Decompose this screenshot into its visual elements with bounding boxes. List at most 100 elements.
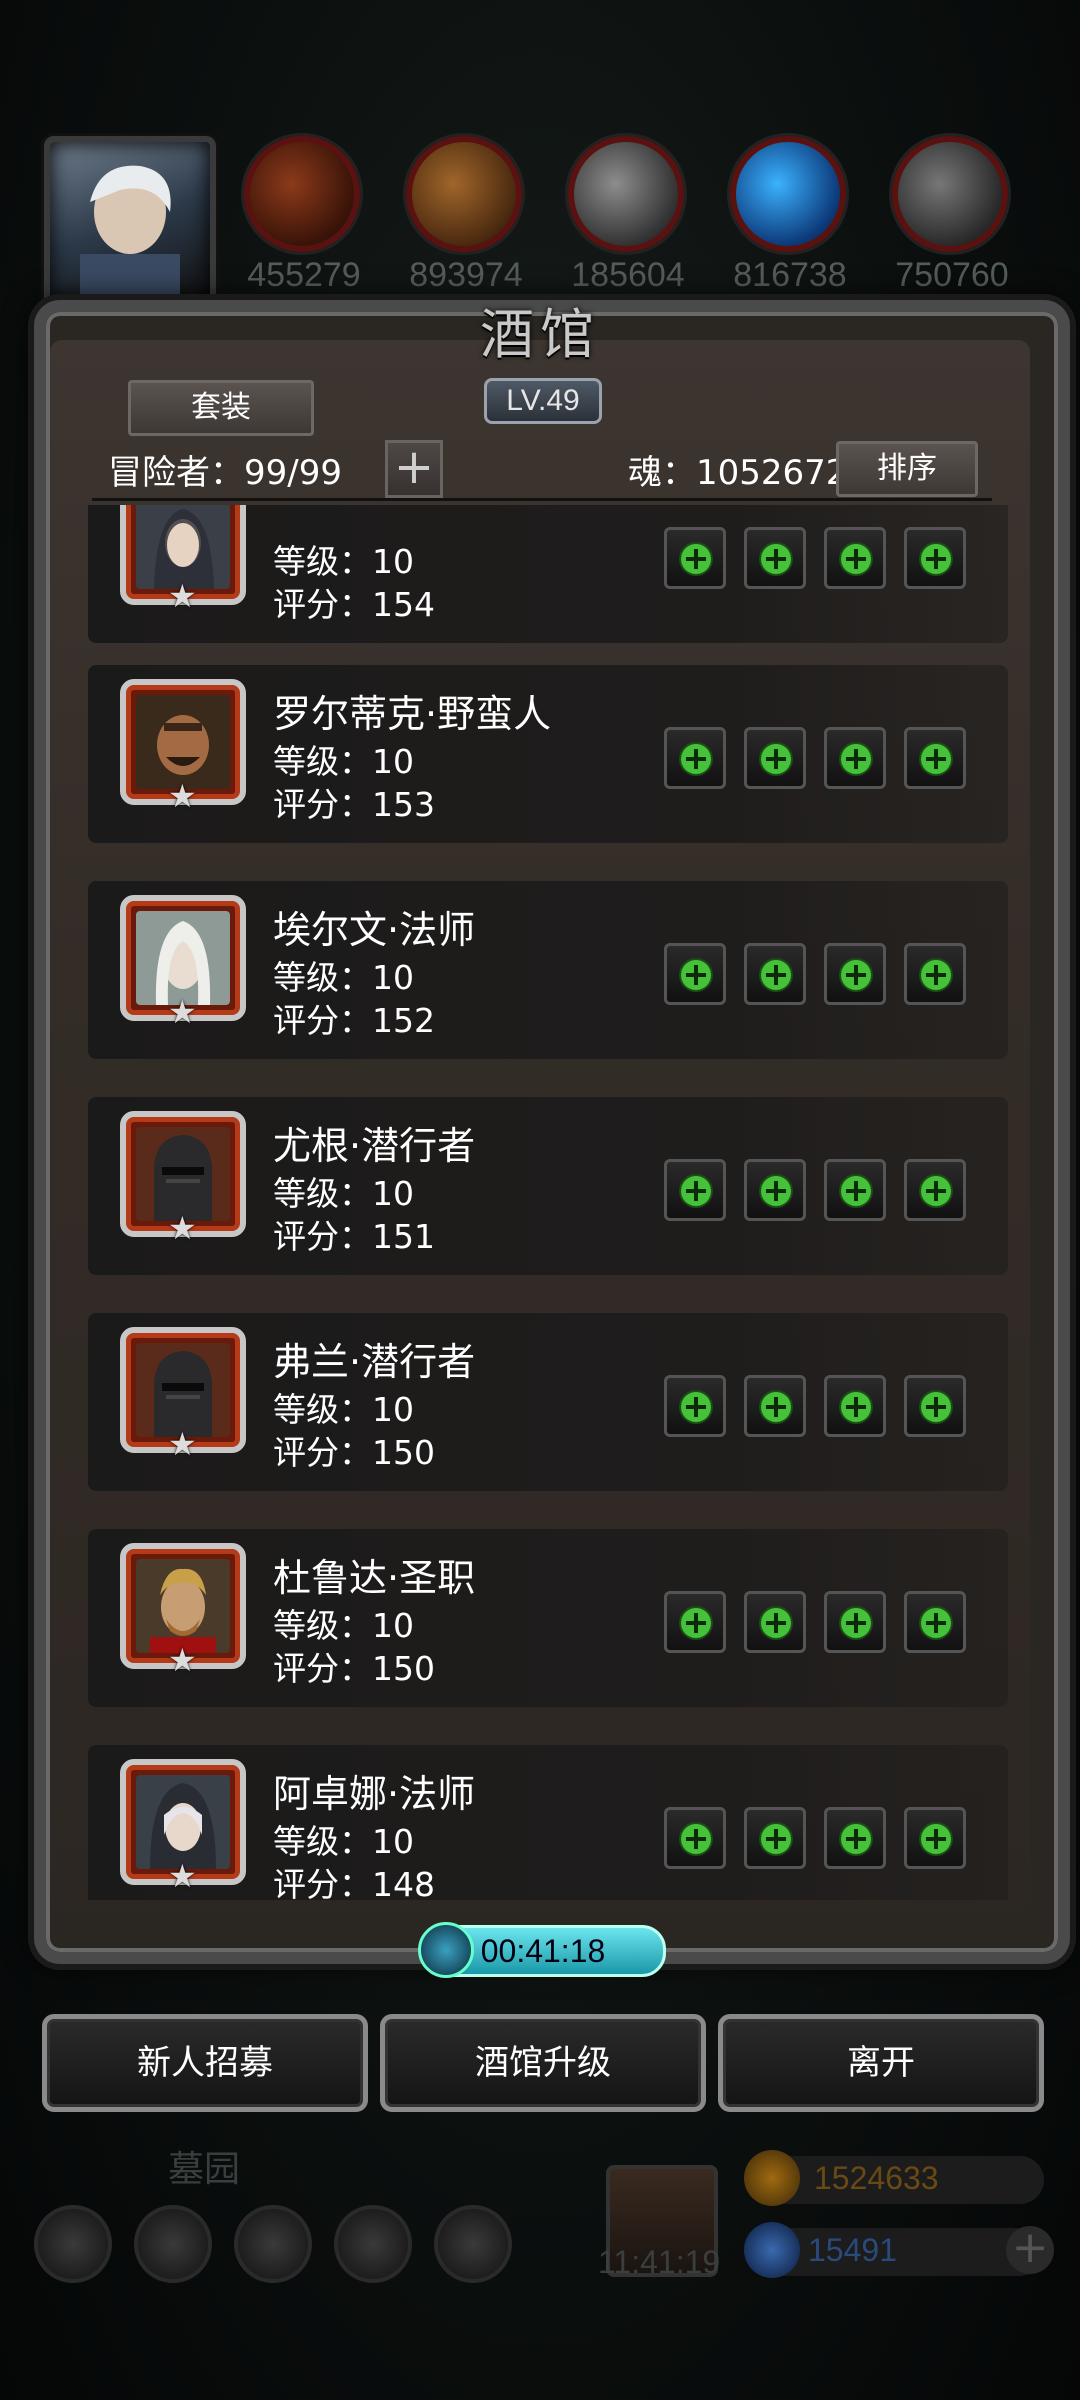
hero-score: 评分：150: [273, 1649, 435, 1688]
hero-name: 阿卓娜·法师: [273, 1772, 476, 1816]
weapon-slot[interactable]: [664, 943, 726, 1005]
gold-coin-icon: [744, 2150, 800, 2206]
accessory-slot[interactable]: [824, 1591, 886, 1653]
armor-slot[interactable]: [744, 1159, 806, 1221]
add-icon: [921, 1824, 951, 1854]
rune-slot[interactable]: [904, 527, 966, 589]
iron-icon: [568, 136, 684, 252]
accessory-slot[interactable]: [824, 1375, 886, 1437]
add-icon: [761, 744, 791, 774]
guild-icon[interactable]: [234, 2205, 312, 2283]
leave-button[interactable]: 离开: [718, 2014, 1044, 2112]
weapon-slot[interactable]: [664, 727, 726, 789]
rune-slot[interactable]: [904, 727, 966, 789]
hero-name: 弗兰·潜行者: [273, 1340, 476, 1384]
resource-crystal[interactable]: 816738: [730, 136, 850, 294]
player-avatar[interactable]: [44, 136, 216, 308]
resource-stone[interactable]: 750760: [892, 136, 1012, 294]
hero-score: 评分：150: [273, 1433, 435, 1472]
upgrade-tavern-button[interactable]: 酒馆升级: [380, 2014, 706, 2112]
adventurer-count: 冒险者：99/99: [108, 453, 342, 493]
star-icon: ★: [168, 993, 197, 1031]
accessory-slot[interactable]: [824, 527, 886, 589]
accessory-slot[interactable]: [824, 943, 886, 1005]
plus-icon: +: [393, 439, 435, 495]
rune-slot[interactable]: [904, 1591, 966, 1653]
armor-slot[interactable]: [744, 1375, 806, 1437]
tavern-level-badge: LV.49: [484, 378, 602, 424]
crystal-icon: [730, 136, 846, 252]
hero-score: 评分：148: [273, 1865, 435, 1900]
armor-slot[interactable]: [744, 1807, 806, 1869]
hero-name: 罗尔蒂克·野蛮人: [273, 692, 552, 736]
mail-icon[interactable]: [334, 2205, 412, 2283]
star-icon: ★: [168, 577, 197, 615]
resource-iron[interactable]: 185604: [568, 136, 688, 294]
recruit-button[interactable]: 新人招募: [42, 2014, 368, 2112]
rune-slot[interactable]: [904, 1375, 966, 1437]
panel-title: 酒馆: [480, 303, 600, 366]
add-capacity-button[interactable]: +: [385, 440, 443, 498]
weapon-slot[interactable]: [664, 1591, 726, 1653]
add-icon: [761, 1608, 791, 1638]
add-icon: [761, 1824, 791, 1854]
ore-icon: [244, 136, 360, 252]
set-button[interactable]: 套装: [128, 380, 314, 436]
star-icon: ★: [168, 1641, 197, 1679]
add-icon: [841, 1176, 871, 1206]
add-icon: [841, 960, 871, 990]
equipment-slots: [664, 1375, 974, 1441]
hero-level: 等级：10: [273, 542, 414, 581]
rune-slot[interactable]: [904, 943, 966, 1005]
hero-row[interactable]: ★ 杜鲁达·圣职 等级：10 评分：150: [88, 1529, 1008, 1707]
hero-level: 等级：10: [273, 1390, 414, 1429]
add-icon: [761, 960, 791, 990]
rune-slot[interactable]: [904, 1159, 966, 1221]
resource-wood[interactable]: 893974: [406, 136, 526, 294]
hero-row[interactable]: ★ 弗兰·潜行者 等级：10 评分：150: [88, 1313, 1008, 1491]
accessory-slot[interactable]: [824, 727, 886, 789]
hero-name: 埃尔文·法师: [273, 908, 476, 952]
add-icon: [921, 744, 951, 774]
gold-value: 1524633: [814, 2160, 939, 2196]
sort-button[interactable]: 排序: [836, 441, 978, 497]
equipment-slots: [664, 943, 974, 1009]
add-icon: [921, 1608, 951, 1638]
hero-score: 评分：154: [273, 585, 435, 624]
add-icon: [681, 744, 711, 774]
armor-slot[interactable]: [744, 1591, 806, 1653]
hero-name: 尤根·潜行者: [273, 1124, 476, 1168]
hero-row[interactable]: ★ 尤根·潜行者 等级：10 评分：151: [88, 1097, 1008, 1275]
weapon-slot[interactable]: [664, 1375, 726, 1437]
gem-icon: [744, 2222, 800, 2278]
achievement-icon[interactable]: [134, 2205, 212, 2283]
armor-slot[interactable]: [744, 727, 806, 789]
add-icon: [681, 960, 711, 990]
hero-level: 等级：10: [273, 742, 414, 781]
hero-row[interactable]: ★ 阿卓娜·法师 等级：10 评分：148: [88, 1745, 1008, 1900]
accessory-slot[interactable]: [824, 1807, 886, 1869]
add-gems-button[interactable]: +: [1006, 2226, 1054, 2274]
equipment-slots: [664, 1159, 974, 1225]
hero-row[interactable]: ★ 罗尔蒂克·野蛮人 等级：10 评分：153: [88, 665, 1008, 843]
wood-icon: [406, 136, 522, 252]
add-icon: [761, 544, 791, 574]
armor-slot[interactable]: [744, 527, 806, 589]
weapon-slot[interactable]: [664, 1807, 726, 1869]
weapon-slot[interactable]: [664, 1159, 726, 1221]
add-icon: [841, 544, 871, 574]
weapon-slot[interactable]: [664, 527, 726, 589]
header-divider: [92, 498, 992, 501]
shop-icon[interactable]: [434, 2205, 512, 2283]
settings-icon[interactable]: [34, 2205, 112, 2283]
accessory-slot[interactable]: [824, 1159, 886, 1221]
panel-title-plate: 酒馆: [430, 290, 650, 380]
rune-slot[interactable]: [904, 1807, 966, 1869]
resource-ore[interactable]: 455279: [244, 136, 364, 294]
armor-slot[interactable]: [744, 943, 806, 1005]
hero-list[interactable]: ★ 等级：10 评分：154 ★ 罗尔蒂克·野蛮人 等级：10 评分：153 ★…: [88, 505, 1008, 1900]
add-icon: [921, 1392, 951, 1422]
hero-row[interactable]: ★ 等级：10 评分：154: [88, 505, 1008, 643]
hero-row[interactable]: ★ 埃尔文·法师 等级：10 评分：152: [88, 881, 1008, 1059]
add-icon: [921, 1176, 951, 1206]
